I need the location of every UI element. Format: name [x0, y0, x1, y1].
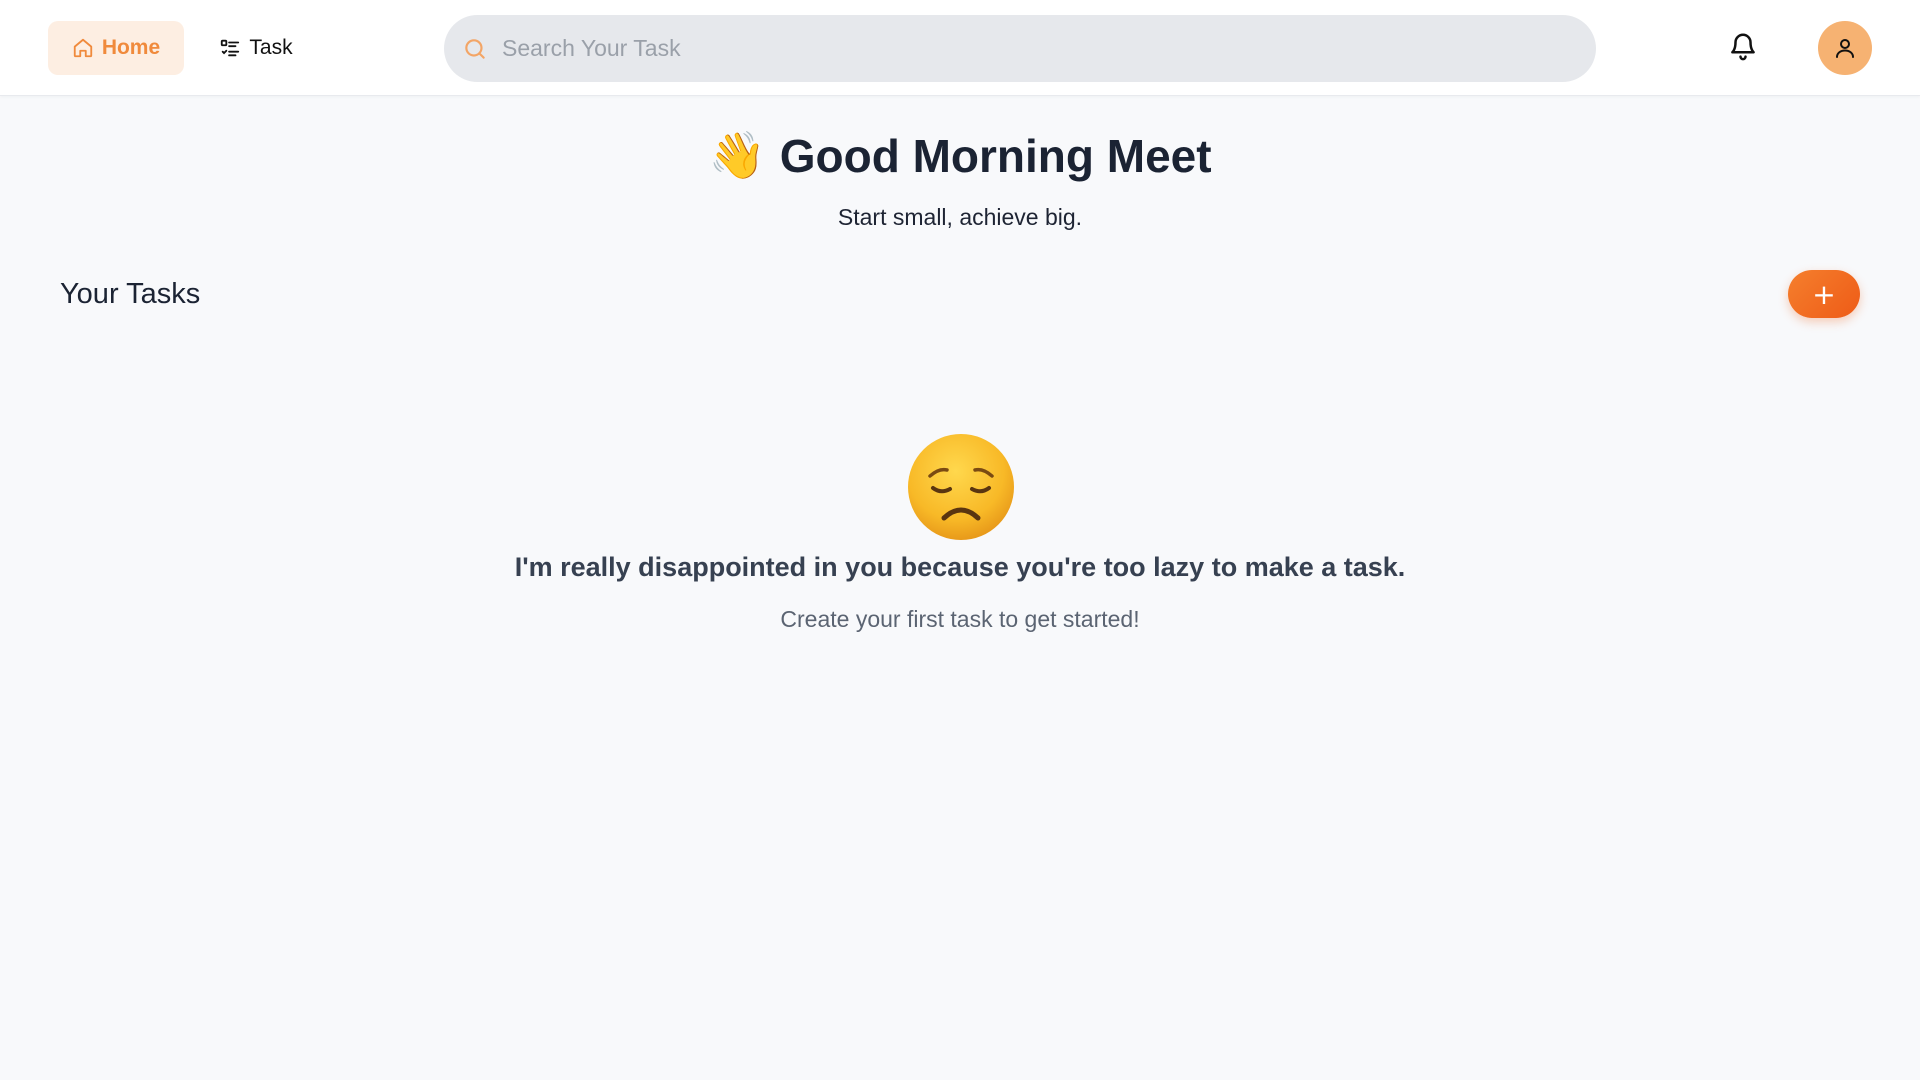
your-tasks-heading: Your Tasks — [60, 278, 201, 310]
search-bar[interactable] — [444, 15, 1596, 82]
greeting-title: Good Morning Meet — [779, 129, 1212, 182]
home-icon — [72, 37, 94, 59]
bell-icon — [1728, 30, 1758, 62]
nav-home-label: Home — [101, 36, 161, 59]
nav-task-label: Task — [249, 36, 293, 59]
waving-hand-icon: 👋 — [708, 129, 766, 181]
user-icon — [1833, 36, 1857, 60]
nav-task-button[interactable]: Task — [206, 21, 306, 75]
nav-home-button[interactable]: Home — [48, 21, 184, 75]
list-icon — [219, 37, 241, 59]
search-input[interactable] — [502, 35, 1562, 62]
add-task-button[interactable]: + — [1788, 270, 1860, 318]
empty-state-title: I'm really disappointed in you because y… — [514, 552, 1406, 582]
profile-avatar-button[interactable] — [1818, 21, 1872, 75]
empty-state-subtitle: Create your first task to get started! — [780, 606, 1140, 632]
greeting-heading: 👋 Good Morning Meet — [0, 128, 1920, 183]
greeting-subtitle: Start small, achieve big. — [837, 204, 1083, 230]
disappointed-face-icon — [906, 432, 1016, 542]
search-icon — [462, 36, 488, 62]
top-navigation-bar: Home Task — [0, 0, 1920, 96]
notifications-button[interactable] — [1728, 30, 1760, 66]
